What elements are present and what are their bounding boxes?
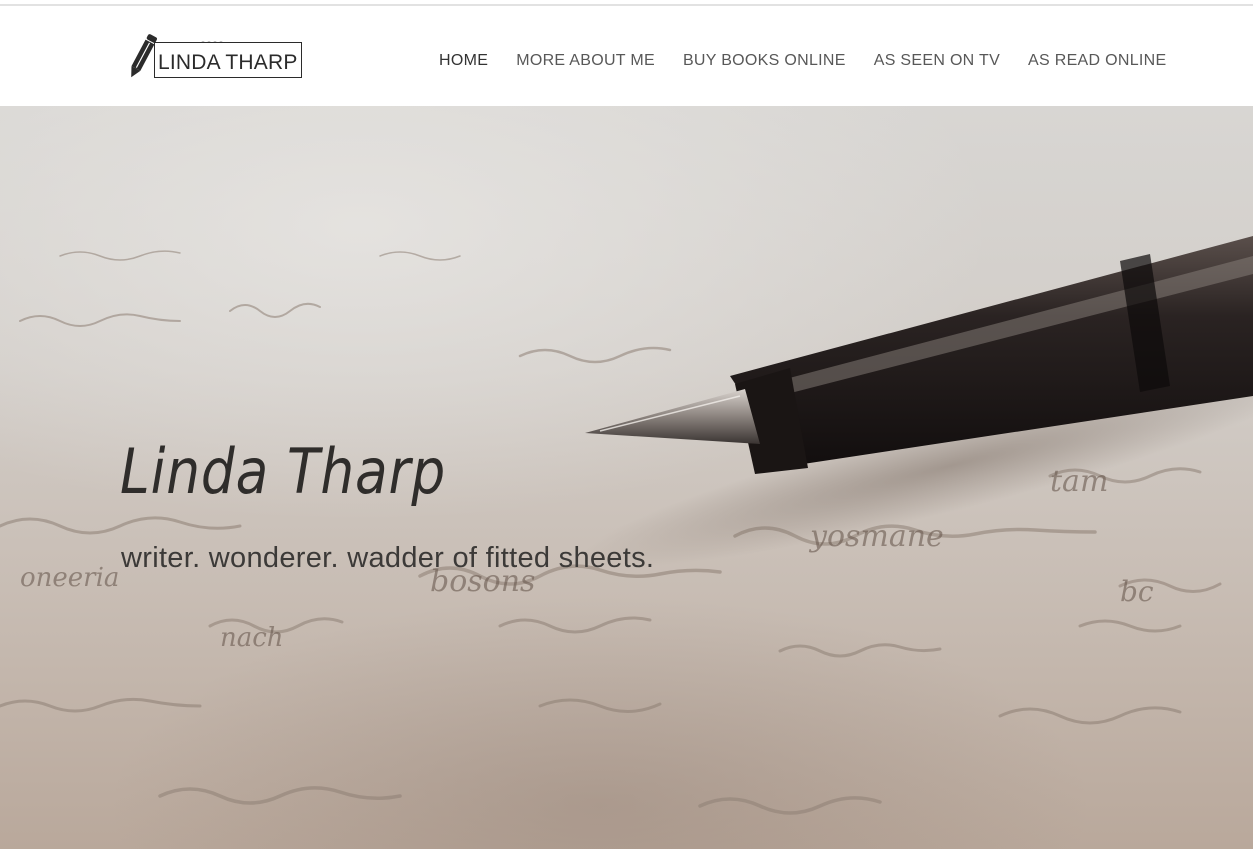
hero-title: Linda Tharp	[120, 434, 447, 508]
nav-home[interactable]: HOME	[439, 52, 488, 70]
site-logo[interactable]: ---- LINDA THARP	[124, 30, 306, 84]
logo-text: LINDA THARP	[158, 51, 298, 74]
nav-as-seen-on-tv[interactable]: AS SEEN ON TV	[874, 52, 1000, 70]
logo-dashes: ----	[200, 37, 225, 48]
site-header: ---- LINDA THARP HOME MORE ABOUT ME BUY …	[0, 6, 1253, 106]
hero-banner: tam yosmane bosons oneeria bc nach Linda…	[0, 106, 1253, 849]
nav-as-read-online[interactable]: AS READ ONLINE	[1028, 52, 1166, 70]
hero-subtitle: writer. wonderer. wadder of fitted sheet…	[121, 542, 655, 574]
nav-more-about-me[interactable]: MORE ABOUT ME	[516, 52, 655, 70]
main-nav: HOME MORE ABOUT ME BUY BOOKS ONLINE AS S…	[439, 52, 1167, 70]
nav-buy-books-online[interactable]: BUY BOOKS ONLINE	[683, 52, 846, 70]
